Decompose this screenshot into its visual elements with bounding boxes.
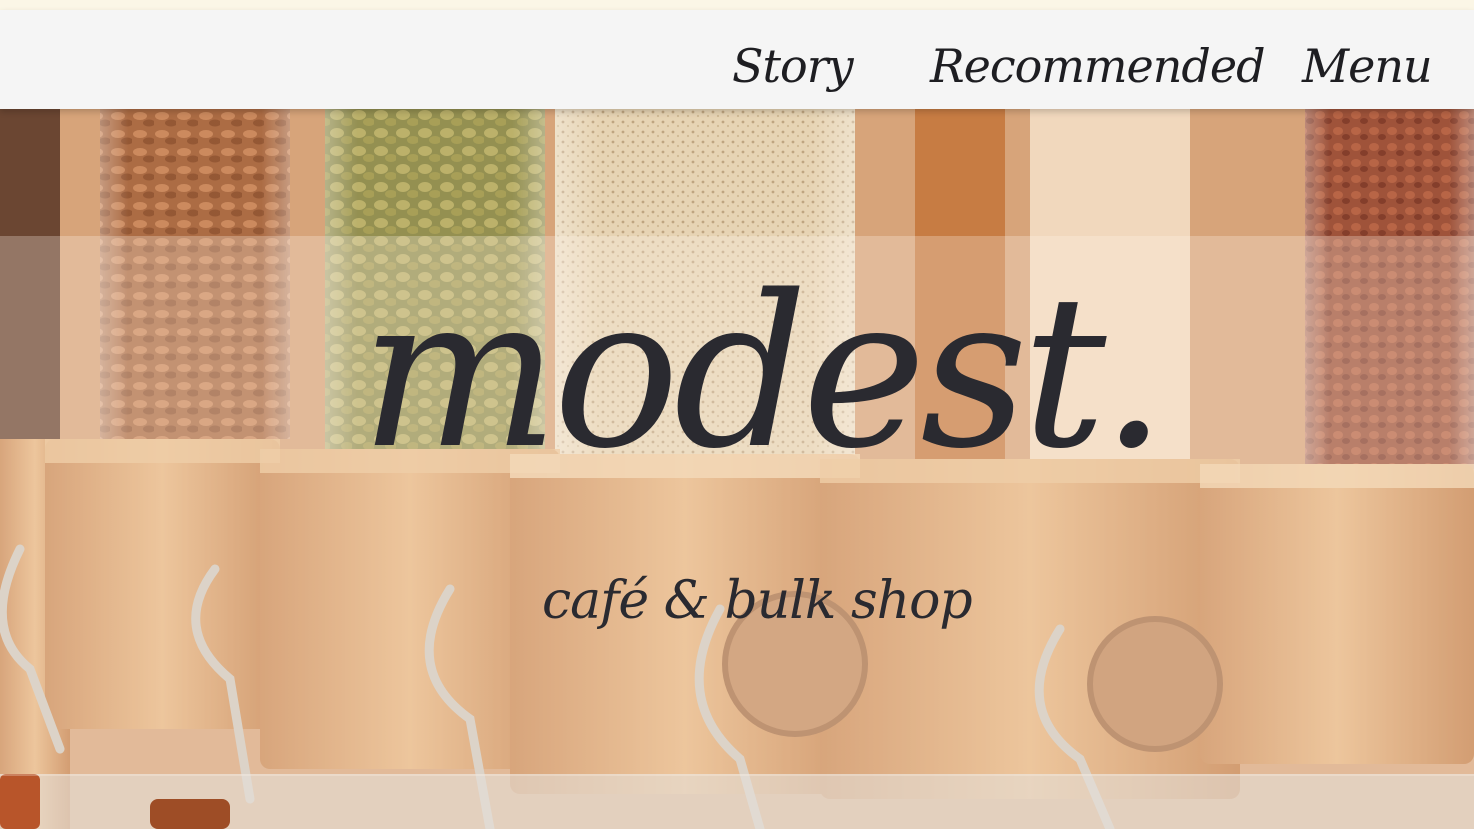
nav-link-menu[interactable]: Menu (1302, 38, 1433, 94)
nav-link-recommended[interactable]: Recommended (930, 38, 1266, 94)
brand-tagline: café & bulk shop (542, 571, 973, 631)
logo-text: modest. (360, 250, 1167, 495)
top-navigation: Story Recommended Menu (0, 10, 1474, 109)
brand-logo: modest. (360, 248, 1167, 508)
nav-link-story[interactable]: Story (732, 38, 854, 94)
top-strip (0, 0, 1474, 10)
